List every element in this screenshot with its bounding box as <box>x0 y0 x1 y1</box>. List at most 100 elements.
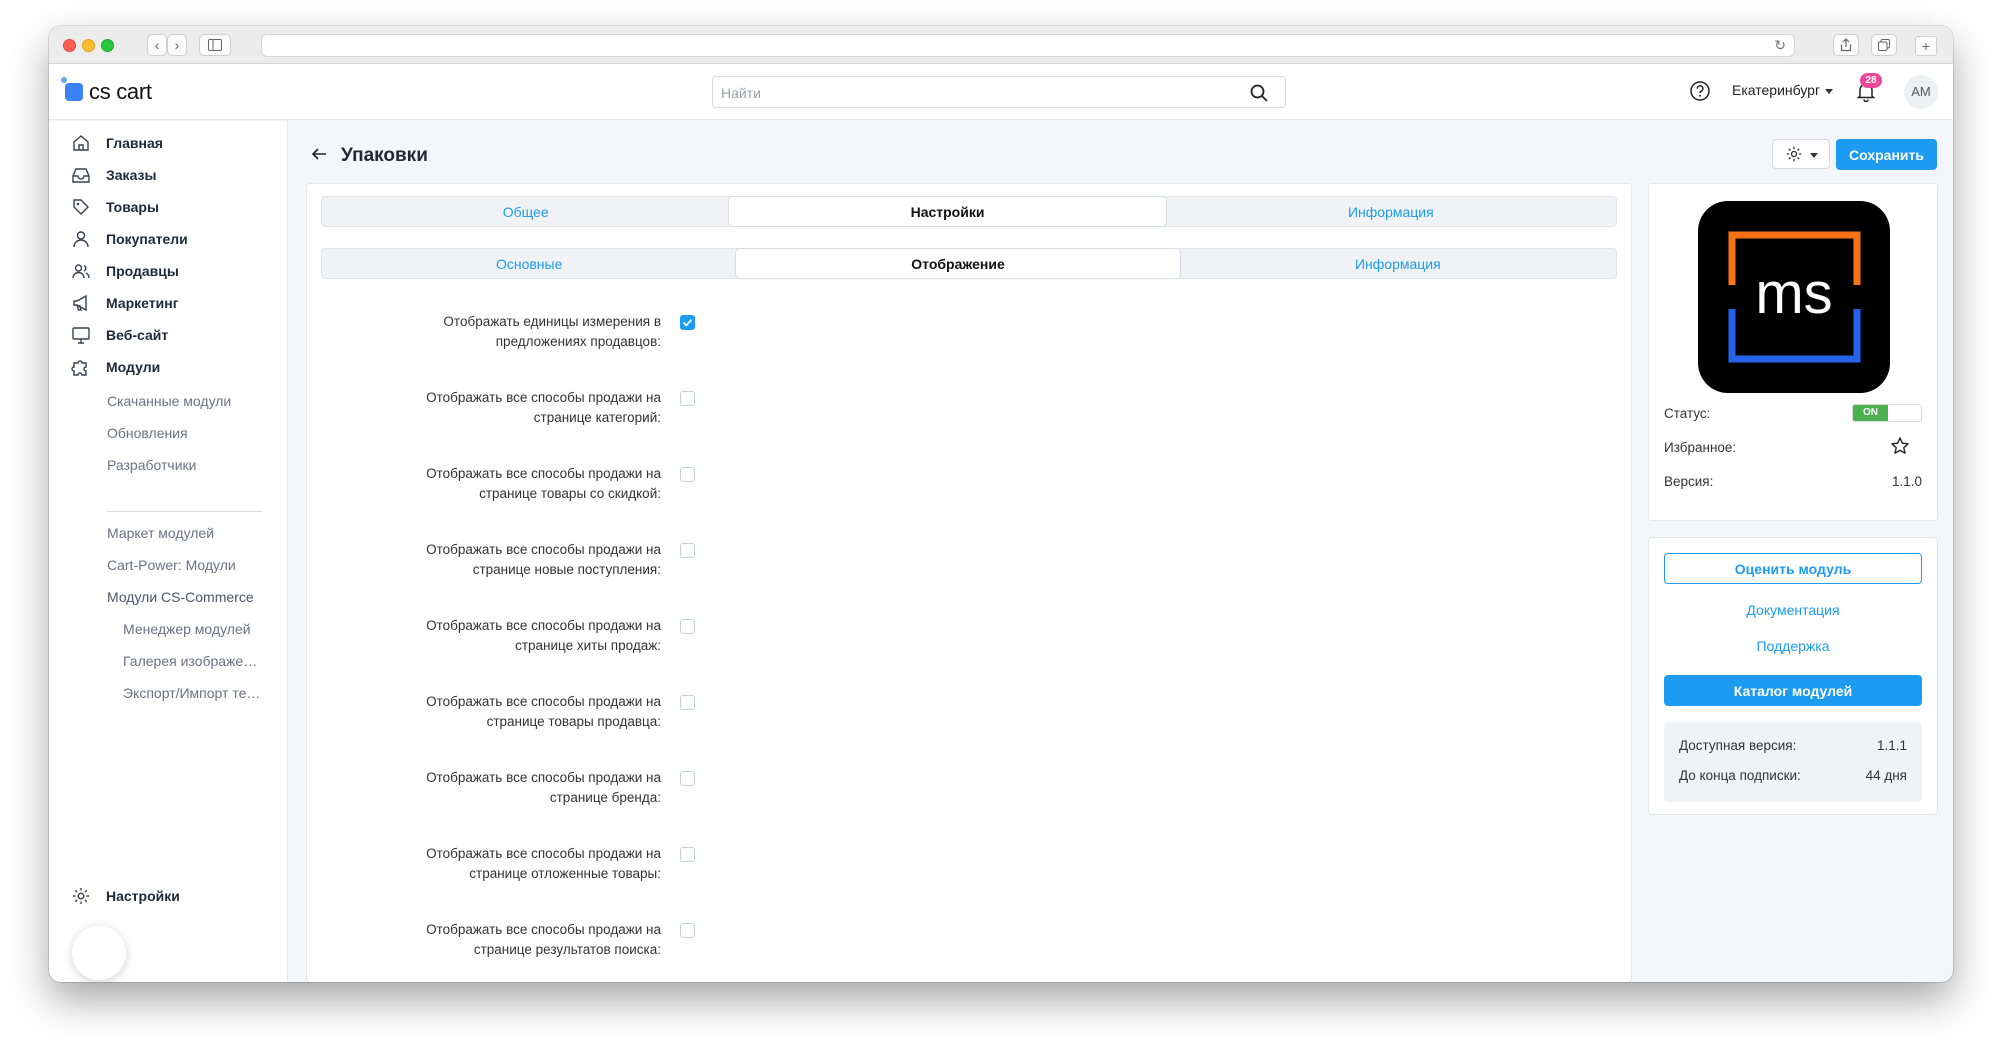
sidebar-subitem-downloaded[interactable]: Скачанные модули <box>107 393 231 409</box>
new-tab-icon[interactable]: + <box>1915 36 1937 56</box>
sidebar-item-label: Покупатели <box>106 231 188 247</box>
browser-toolbar: ‹ › ↻ + <box>49 26 1953 64</box>
help-icon[interactable] <box>1689 80 1711 102</box>
secondary-tabs: Основные Отображение Информация <box>321 248 1617 279</box>
checkmark-icon <box>682 319 693 327</box>
star-icon[interactable] <box>1890 436 1910 456</box>
floating-action-button[interactable] <box>72 926 126 980</box>
city-selector[interactable]: Екатеринбург <box>1732 82 1834 98</box>
logo-text: cs cart <box>89 79 152 104</box>
sidebar-subitem-tag-export[interactable]: Экспорт/Импорт тего... <box>123 685 263 701</box>
setting-label-line: Отображать все способы продажи на <box>426 922 661 937</box>
status-label: Статус: <box>1664 406 1711 421</box>
setting-label-line: Отображать единицы измерения в <box>443 314 661 329</box>
sidebar-item-customers[interactable]: Покупатели <box>71 227 188 251</box>
subscription-label: До конца подписки: <box>1679 768 1801 783</box>
version-value: 1.1.0 <box>1891 474 1922 489</box>
module-info-card: ms Статус: ON Избранное: Версия: 1.1.0 <box>1648 183 1938 521</box>
reload-icon[interactable]: ↻ <box>1774 37 1786 54</box>
module-logo-text: ms <box>1755 261 1832 326</box>
setting-label: Отображать все способы продажи на страниц… <box>306 616 661 656</box>
tab-settings[interactable]: Настройки <box>729 197 1166 226</box>
zoom-window-button[interactable] <box>101 39 114 52</box>
save-button[interactable]: Сохранить <box>1836 139 1937 170</box>
sidebar-item-label: Продавцы <box>106 263 179 279</box>
sidebar-subitem-image-gallery[interactable]: Галерея изображени... <box>123 653 263 669</box>
home-icon <box>73 135 89 151</box>
city-label: Екатеринбург <box>1732 82 1821 98</box>
setting-label: Отображать все способы продажи на страниц… <box>306 464 661 504</box>
search-input[interactable] <box>721 83 1241 103</box>
tab-display[interactable]: Отображение <box>736 249 1180 278</box>
setting-label: Отображать все способы продажи на страниц… <box>306 388 661 428</box>
setting-checkbox[interactable] <box>680 619 695 634</box>
tab-secondary-info[interactable]: Информация <box>1180 249 1616 278</box>
sidebar-item-orders[interactable]: Заказы <box>71 163 156 187</box>
setting-checkbox[interactable] <box>680 771 695 786</box>
sidebar-subitem-updates[interactable]: Обновления <box>107 425 188 441</box>
sidebar-subitem-developers[interactable]: Разработчики <box>107 457 196 473</box>
status-row: Статус: ON <box>1664 404 1922 422</box>
sidebar-item-modules[interactable]: Модули <box>71 355 160 379</box>
address-bar[interactable]: ↻ <box>261 34 1795 57</box>
sidebar-item-vendors[interactable]: Продавцы <box>71 259 179 283</box>
module-logo-graphic: ms <box>1728 231 1861 363</box>
setting-checkbox[interactable] <box>680 315 695 330</box>
logo-mark-icon <box>61 77 83 101</box>
setting-label-line: странице результатов поиска: <box>473 942 661 957</box>
settings-dropdown-button[interactable] <box>1772 139 1830 169</box>
version-row: Версия: 1.1.0 <box>1664 474 1922 489</box>
sidebar-item-settings[interactable]: Настройки <box>71 884 180 908</box>
cscart-logo[interactable]: cs cart <box>61 77 152 106</box>
sidebar-item-products[interactable]: Товары <box>71 195 159 219</box>
available-version-label: Доступная версия: <box>1679 738 1797 753</box>
setting-checkbox[interactable] <box>680 391 695 406</box>
close-window-button[interactable] <box>63 39 76 52</box>
module-catalog-button[interactable]: Каталог модулей <box>1664 675 1922 706</box>
tabs-overview-icon[interactable] <box>1871 34 1897 56</box>
support-link[interactable]: Поддержка <box>1664 638 1922 654</box>
browser-window: ‹ › ↻ + cs cart Екатеринбург 28 AM <box>49 26 1953 982</box>
sidebar-subitem-cartpower[interactable]: Cart-Power: Модули <box>107 557 236 573</box>
share-icon[interactable] <box>1833 34 1859 56</box>
sidebar-divider <box>107 511 262 512</box>
setting-label-line: странице товары со скидкой: <box>479 486 661 501</box>
back-arrow-icon[interactable] <box>310 145 328 163</box>
setting-label-line: Отображать все способы продажи на <box>426 846 661 861</box>
sidebar-subitem-cscommerce[interactable]: Модули CS-Commerce <box>107 589 254 605</box>
setting-checkbox[interactable] <box>680 695 695 710</box>
rate-module-button[interactable]: Оценить модуль <box>1664 553 1922 584</box>
monitor-icon <box>72 327 90 344</box>
sidebar-item-home[interactable]: Главная <box>71 131 163 155</box>
module-logo: ms <box>1698 201 1890 393</box>
minimize-window-button[interactable] <box>82 39 95 52</box>
module-actions-card: Оценить модуль Документация Поддержка Ка… <box>1648 537 1938 815</box>
documentation-link[interactable]: Документация <box>1664 602 1922 618</box>
puzzle-icon <box>71 360 87 376</box>
forward-nav-icon[interactable]: › <box>167 34 187 56</box>
status-toggle[interactable]: ON <box>1852 404 1922 422</box>
setting-label: Отображать все способы продажи на страниц… <box>306 920 661 960</box>
gear-icon <box>1786 146 1802 162</box>
setting-label-line: предложениях продавцов: <box>495 334 661 349</box>
subscription-row: До конца подписки: 44 дня <box>1679 768 1907 783</box>
setting-checkbox[interactable] <box>680 543 695 558</box>
sidebar-item-marketing[interactable]: Маркетинг <box>71 291 179 315</box>
tab-info[interactable]: Информация <box>1166 197 1616 226</box>
setting-checkbox[interactable] <box>680 847 695 862</box>
sidebar-item-website[interactable]: Веб-сайт <box>71 323 168 347</box>
version-label: Версия: <box>1664 474 1714 489</box>
avatar[interactable]: AM <box>1904 75 1938 109</box>
tab-basic[interactable]: Основные <box>322 249 736 278</box>
setting-checkbox[interactable] <box>680 467 695 482</box>
sidebar-toggle-icon[interactable] <box>199 34 231 56</box>
sidebar-subitem-market[interactable]: Маркет модулей <box>107 525 214 541</box>
sidebar-subitem-module-manager[interactable]: Менеджер модулей <box>123 621 263 637</box>
sidebar-item-label: Настройки <box>106 888 180 904</box>
tab-general[interactable]: Общее <box>322 197 729 226</box>
setting-checkbox[interactable] <box>680 923 695 938</box>
page-title: Упаковки <box>341 145 428 166</box>
search-icon[interactable] <box>1249 83 1269 103</box>
app-header: cs cart Екатеринбург 28 AM <box>49 64 1953 120</box>
back-nav-icon[interactable]: ‹ <box>147 34 167 56</box>
